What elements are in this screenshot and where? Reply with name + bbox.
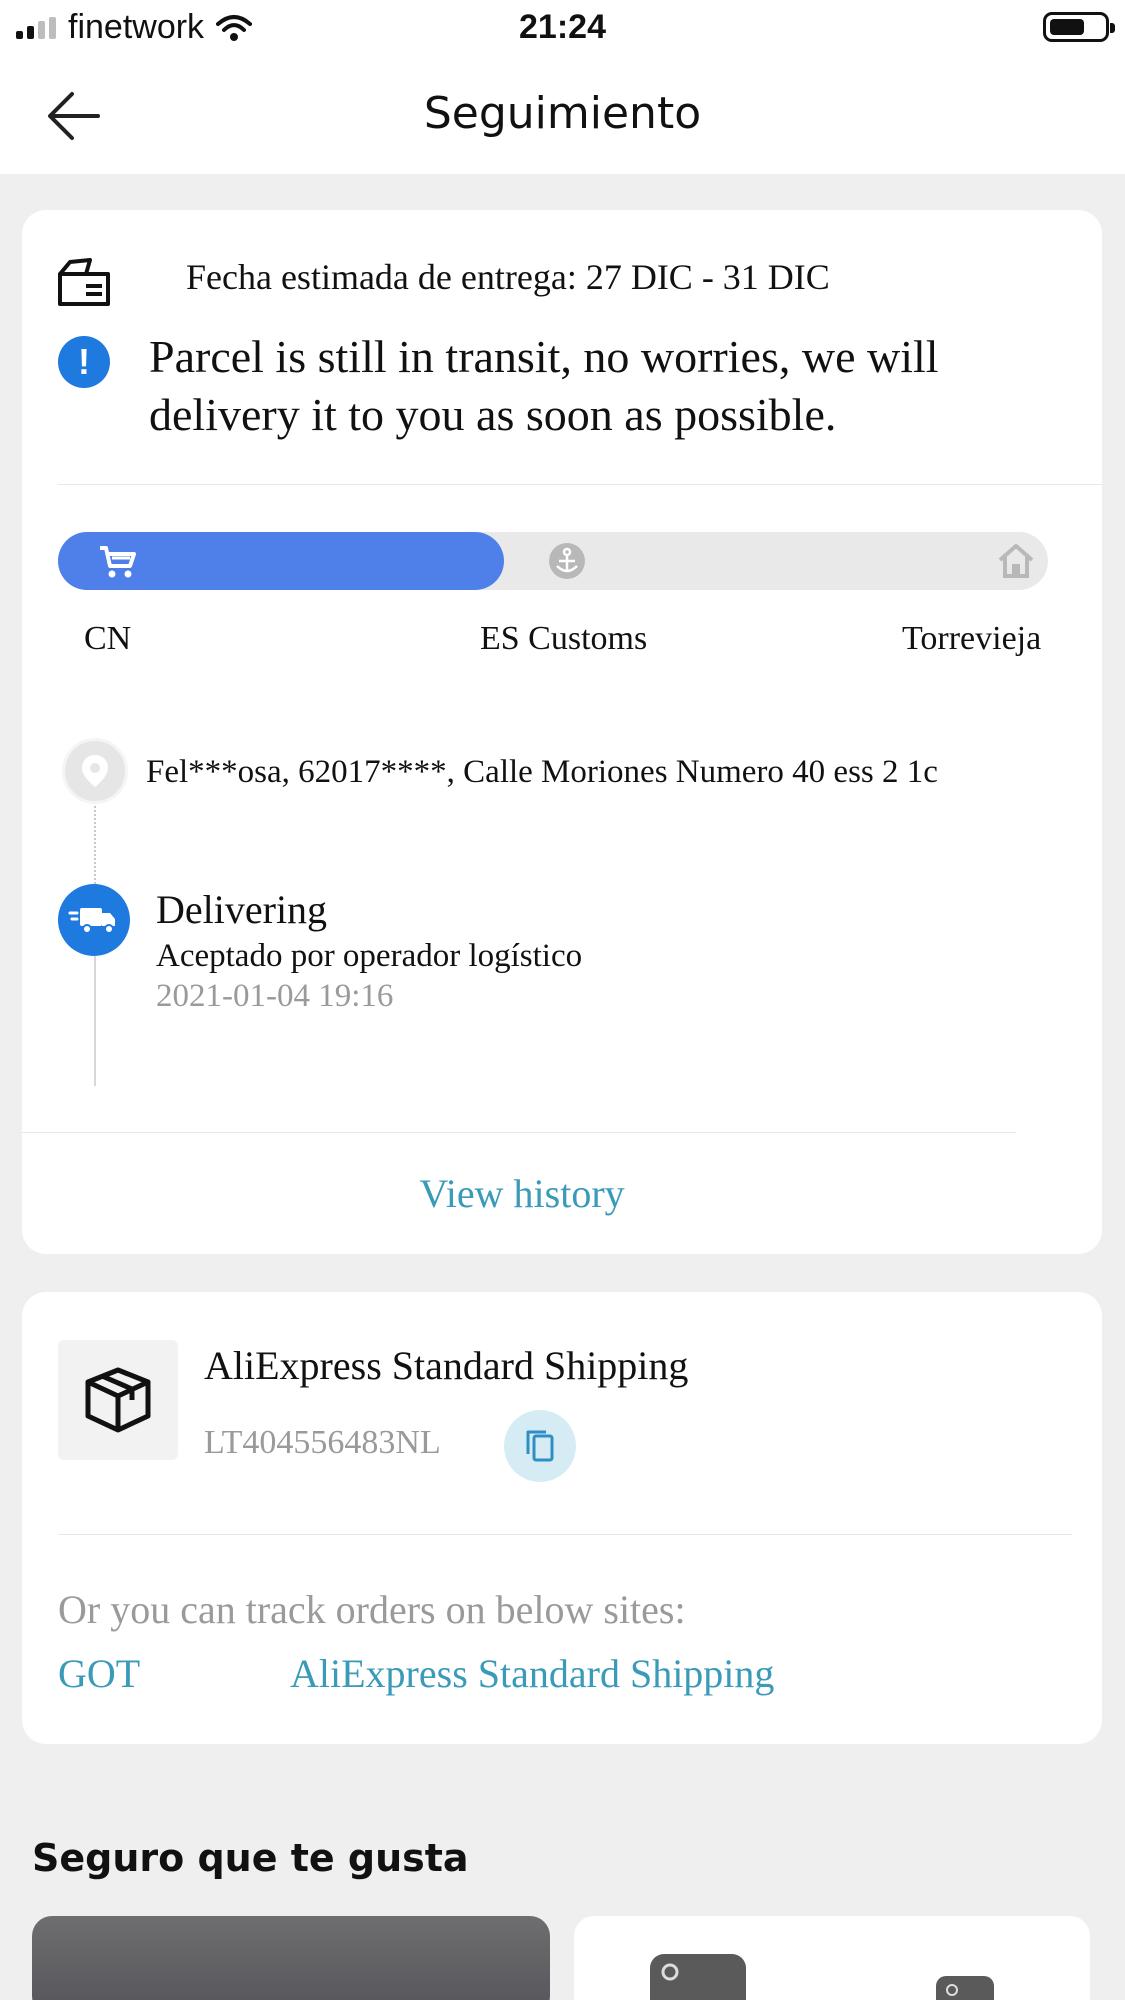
copy-icon bbox=[526, 1430, 554, 1462]
site-link-aliexpress[interactable]: AliExpress Standard Shipping bbox=[290, 1650, 774, 1697]
site-link-got[interactable]: GOT bbox=[58, 1650, 140, 1697]
tracking-number: LT404556483NL bbox=[204, 1424, 441, 1461]
info-icon: ! bbox=[58, 336, 110, 388]
shipping-card: AliExpress Standard Shipping LT404556483… bbox=[22, 1292, 1102, 1744]
delivery-box-icon bbox=[58, 258, 110, 306]
tracking-card: Fecha estimada de entrega: 27 DIC - 31 D… bbox=[22, 210, 1102, 1254]
divider bbox=[22, 1132, 1016, 1133]
recommendations-title: Seguro que te gusta bbox=[32, 1836, 469, 1880]
status-bar: finetwork 21:24 bbox=[0, 0, 1125, 56]
package-icon bbox=[85, 1367, 151, 1433]
progress-track bbox=[58, 532, 1048, 590]
transit-notice: Parcel is still in transit, no worries, … bbox=[149, 331, 939, 440]
product-card[interactable] bbox=[574, 1916, 1090, 2000]
product-card[interactable] bbox=[32, 1916, 550, 2000]
stop-origin: CN bbox=[84, 620, 132, 657]
clock: 21:24 bbox=[519, 8, 606, 46]
nav-bar: Seguimiento bbox=[0, 56, 1125, 174]
estimated-delivery: Fecha estimada de entrega: 27 DIC - 31 D… bbox=[186, 257, 830, 297]
delivery-address: Fel***osa, 62017****, Calle Moriones Num… bbox=[146, 754, 938, 790]
copy-button[interactable] bbox=[504, 1410, 576, 1482]
event-detail: Aceptado por operador logístico bbox=[156, 938, 583, 974]
event-status: Delivering bbox=[156, 887, 328, 932]
cart-icon bbox=[100, 546, 136, 578]
product-image bbox=[650, 1954, 994, 2000]
event-timestamp: 2021-01-04 19:16 bbox=[156, 978, 394, 1014]
package-thumbnail bbox=[58, 1340, 178, 1460]
stop-destination: Torrevieja bbox=[902, 620, 1042, 657]
anchor-icon bbox=[549, 543, 585, 579]
divider bbox=[58, 1534, 1072, 1535]
view-history-link[interactable]: View history bbox=[22, 1170, 1022, 1217]
truck-icon bbox=[58, 884, 130, 956]
timeline-connector bbox=[94, 806, 96, 892]
location-pin-icon bbox=[62, 738, 128, 804]
track-sites-label: Or you can track orders on below sites: bbox=[58, 1587, 686, 1632]
stop-customs: ES Customs bbox=[480, 620, 648, 657]
divider bbox=[58, 484, 1102, 485]
home-icon bbox=[998, 544, 1034, 578]
battery-icon bbox=[1043, 12, 1115, 42]
shipping-carrier: AliExpress Standard Shipping bbox=[204, 1343, 689, 1388]
page-title: Seguimiento bbox=[423, 88, 702, 139]
timeline-line bbox=[94, 956, 96, 1086]
